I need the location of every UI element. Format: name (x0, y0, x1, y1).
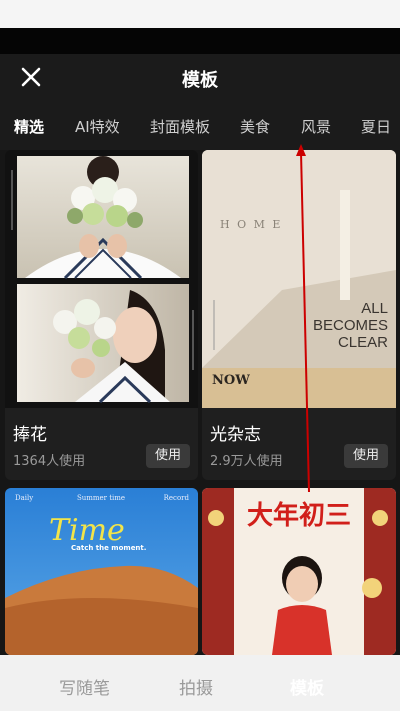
template-title: 捧花 (13, 425, 47, 445)
bottom-tab-shoot[interactable]: 拍摄 (179, 674, 213, 699)
tab-summer[interactable]: 夏日 (361, 116, 391, 137)
top-strip (0, 28, 400, 54)
art-text-becomes: BECOMES (313, 317, 388, 334)
status-bar (0, 0, 400, 28)
template-thumbnail[interactable]: 大年初三 (202, 488, 396, 655)
use-template-button[interactable]: 使用 (146, 444, 190, 468)
art-text-summer-time: Summer time (77, 494, 125, 502)
page-title: 模板 (182, 70, 218, 91)
tab-scenery[interactable]: 风景 (301, 116, 331, 137)
bottom-tab-write-note[interactable]: 写随笔 (59, 674, 110, 699)
template-usage-count: 1364人使用 (13, 454, 86, 469)
tab-featured[interactable]: 精选 (14, 116, 44, 137)
template-thumbnail[interactable] (5, 150, 198, 408)
art-text-new-year: 大年初三 (247, 500, 351, 531)
template-thumbnail[interactable]: H O M E ALL BECOMES CLEAR NOW (202, 150, 396, 408)
tab-cover-templates[interactable]: 封面模板 (150, 116, 210, 137)
template-usage-count: 2.9万人使用 (210, 454, 283, 469)
template-card-time[interactable]: Daily Summer time Record Time Catch the … (5, 488, 198, 655)
art-text-catch-moment: Catch the moment. (71, 544, 146, 552)
template-card-magazine[interactable]: H O M E ALL BECOMES CLEAR NOW 光杂志 2.9万人使… (202, 150, 396, 480)
art-text-now: NOW (212, 373, 250, 388)
art-text-clear: CLEAR (338, 334, 388, 351)
home-text: H O M E (220, 218, 282, 231)
art-text-all: ALL (361, 300, 388, 317)
use-template-button[interactable]: 使用 (344, 444, 388, 468)
tab-ai-effects[interactable]: AI特效 (75, 116, 120, 137)
template-thumbnail[interactable]: Daily Summer time Record Time Catch the … (5, 488, 198, 655)
tab-food[interactable]: 美食 (240, 116, 270, 137)
art-text-record: Record (164, 494, 190, 502)
art-text-time: Time (49, 513, 125, 548)
template-card-bouquet[interactable]: 捧花 1364人使用 使用 (5, 150, 198, 480)
template-card-new-year[interactable]: 大年初三 (202, 488, 396, 655)
bottom-tab-templates[interactable]: 模板 (290, 674, 324, 699)
art-text-daily: Daily (15, 494, 33, 502)
template-title: 光杂志 (210, 425, 261, 445)
